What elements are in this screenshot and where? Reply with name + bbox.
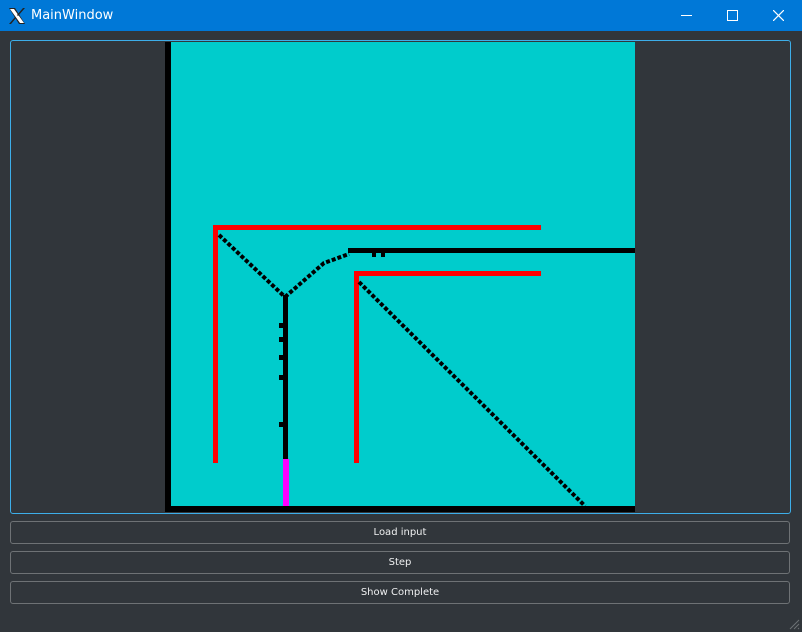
close-icon bbox=[773, 10, 784, 21]
show-complete-button[interactable]: Show Complete bbox=[10, 581, 790, 604]
trunk-nub bbox=[279, 337, 284, 342]
close-button[interactable] bbox=[756, 0, 802, 31]
minimize-icon bbox=[681, 15, 692, 16]
maximize-button[interactable] bbox=[710, 0, 756, 31]
simulation-canvas bbox=[165, 42, 635, 512]
wall-1-left bbox=[213, 225, 218, 463]
maximize-icon bbox=[727, 10, 738, 21]
x-logo-icon bbox=[9, 8, 25, 24]
horizontal-path bbox=[348, 248, 635, 253]
path-bump bbox=[372, 252, 376, 257]
canvas-background bbox=[165, 42, 635, 512]
window-title: MainWindow bbox=[31, 8, 114, 23]
left-border bbox=[165, 42, 171, 512]
load-input-button[interactable]: Load input bbox=[10, 521, 790, 544]
trunk-nub bbox=[279, 422, 284, 427]
wall-2-left bbox=[354, 271, 359, 463]
wall-2-top bbox=[354, 271, 541, 276]
bottom-border bbox=[165, 506, 635, 512]
title-bar[interactable]: MainWindow bbox=[0, 0, 802, 31]
source-segment bbox=[283, 459, 289, 506]
trunk-nub bbox=[279, 355, 284, 360]
step-button[interactable]: Step bbox=[10, 551, 790, 574]
size-grip-icon[interactable] bbox=[788, 618, 800, 630]
path-bump bbox=[381, 252, 385, 257]
trunk-nub bbox=[279, 323, 284, 328]
trunk-nub bbox=[279, 375, 284, 380]
minimize-button[interactable] bbox=[664, 0, 710, 31]
wall-1-top bbox=[213, 225, 541, 230]
